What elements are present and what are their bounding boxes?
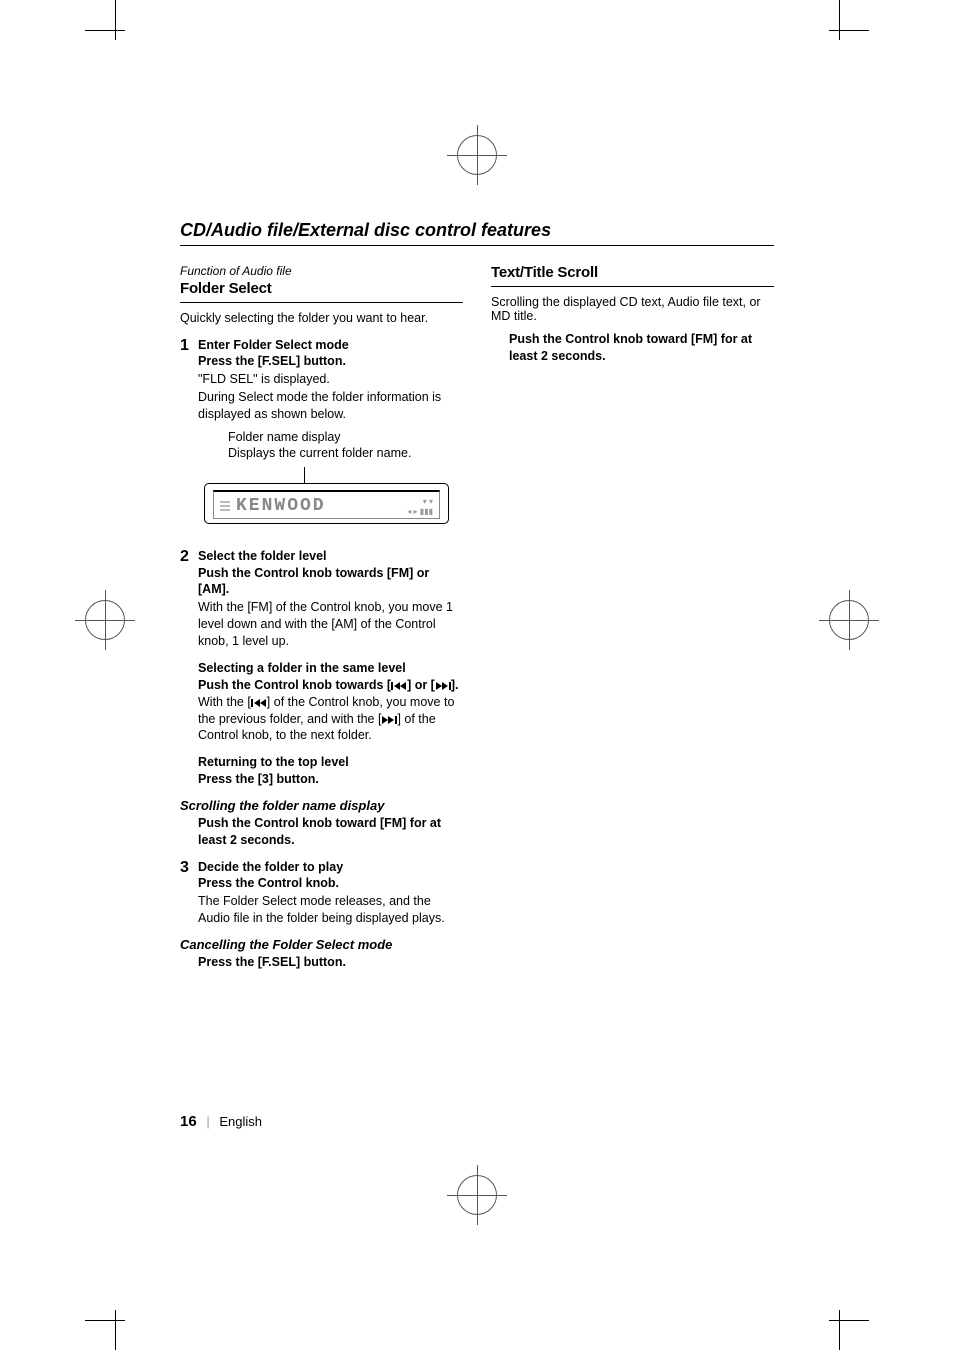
sub-return-top: Returning to the top level Press the [3]…: [198, 754, 463, 788]
cancel-title: Cancelling the Folder Select mode: [180, 937, 463, 952]
sub-instruction: Push the Control knob toward [FM] for at…: [509, 331, 774, 365]
sub-instruction: Push the Control knob towards [ ] or [].: [198, 677, 463, 694]
lcd-frame: KENWOOD ▾ ▾ ◂ ▸ ▮▮▮: [204, 483, 449, 524]
section-heading-folder-select: Folder Select: [180, 280, 463, 303]
sub-instruction: Press the [F.SEL] button.: [198, 954, 463, 971]
step-1: 1 Enter Folder Select mode Press the [F.…: [180, 337, 463, 538]
lcd-display-text: KENWOOD: [236, 496, 326, 516]
registration-mark: [85, 600, 125, 640]
step-number: 3: [180, 859, 198, 927]
crop-mark: [809, 0, 869, 60]
scroll-block: Scrolling the folder name display Push t…: [180, 798, 463, 849]
next-track-icon: [381, 715, 397, 725]
lcd-right-icons: ▾ ▾ ◂ ▸ ▮▮▮: [332, 497, 433, 516]
registration-mark: [457, 135, 497, 175]
prev-track-icon: [251, 698, 267, 708]
cancel-block: Cancelling the Folder Select mode Press …: [180, 937, 463, 971]
step-number: 1: [180, 337, 198, 538]
step-title: Select the folder level: [198, 548, 463, 564]
step-instruction: Press the Control knob.: [198, 875, 463, 892]
registration-mark: [829, 600, 869, 640]
section-heading-text-scroll: Text/Title Scroll: [491, 264, 774, 287]
step-description: During Select mode the folder informatio…: [198, 389, 463, 423]
page-footer: 16 | English: [180, 1113, 262, 1130]
step-description: The Folder Select mode releases, and the…: [198, 893, 463, 927]
sub-title: Selecting a folder in the same level: [198, 660, 463, 677]
scroll-title: Scrolling the folder name display: [180, 798, 463, 813]
prev-track-icon: [391, 681, 407, 691]
sub-description: With the [] of the Control knob, you mov…: [198, 694, 463, 745]
text: Push the Control knob towards [: [198, 678, 391, 692]
sub-same-level: Selecting a folder in the same level Pus…: [198, 660, 463, 744]
crop-mark: [809, 1290, 869, 1350]
function-label: Function of Audio file: [180, 264, 463, 278]
step-3: 3 Decide the folder to play Press the Co…: [180, 859, 463, 927]
diagram-caption: Folder name display: [228, 429, 463, 445]
step-title: Decide the folder to play: [198, 859, 463, 875]
registration-mark: [457, 1175, 497, 1215]
step-2: 2 Select the folder level Push the Contr…: [180, 548, 463, 650]
page-content: CD/Audio file/External disc control feat…: [180, 220, 774, 1130]
step-instruction: Press the [F.SEL] button.: [198, 353, 463, 370]
step-description: With the [FM] of the Control knob, you m…: [198, 599, 463, 650]
left-column: Function of Audio file Folder Select Qui…: [180, 264, 463, 981]
footer-separator: |: [206, 1114, 209, 1129]
sub-instruction: Push the Control knob toward [FM] for at…: [198, 815, 463, 849]
crop-mark: [85, 1290, 145, 1350]
right-column: Text/Title Scroll Scrolling the displaye…: [491, 264, 774, 981]
right-instruction-block: Push the Control knob toward [FM] for at…: [509, 331, 774, 365]
sub-instruction: Press the [3] button.: [198, 771, 463, 788]
step-description: "FLD SEL" is displayed.: [198, 371, 463, 388]
intro-text: Scrolling the displayed CD text, Audio f…: [491, 295, 774, 323]
diagram-caption: Displays the current folder name.: [228, 445, 463, 461]
lcd-diagram: Folder name display Displays the current…: [204, 429, 463, 525]
page-title: CD/Audio file/External disc control feat…: [180, 220, 774, 246]
step-instruction: Push the Control knob towards [FM] or [A…: [198, 565, 463, 599]
next-track-icon: [435, 681, 451, 691]
step-title: Enter Folder Select mode: [198, 337, 463, 353]
text: With the [: [198, 695, 251, 709]
lcd-bars-icon: [220, 501, 230, 511]
text: ].: [451, 678, 459, 692]
text: ] or [: [407, 678, 435, 692]
crop-mark: [85, 0, 145, 60]
intro-text: Quickly selecting the folder you want to…: [180, 311, 463, 325]
sub-title: Returning to the top level: [198, 754, 463, 771]
page-language: English: [219, 1114, 262, 1129]
pointer-line: [304, 467, 305, 483]
step-number: 2: [180, 548, 198, 650]
page-number: 16: [180, 1113, 197, 1130]
